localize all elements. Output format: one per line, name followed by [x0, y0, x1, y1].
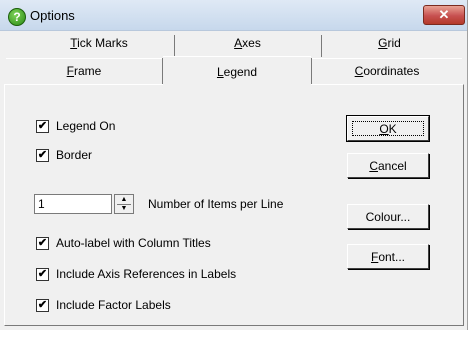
tab-tick-marks[interactable]: Tick Marks: [24, 36, 174, 56]
cancel-mnemonic: C: [369, 159, 378, 173]
cancel-button[interactable]: Cancel: [347, 153, 429, 178]
colour-label: Colour...: [365, 210, 411, 224]
window-title: Options: [30, 8, 75, 23]
tab-tick-marks-label: ick Marks: [77, 36, 128, 50]
tab-coordinates-mnemonic: C: [354, 64, 364, 78]
axis-refs-label: Include Axis References in Labels: [56, 267, 237, 281]
title-bar: ? Options ✕: [0, 0, 467, 31]
axis-refs-checkbox[interactable]: ✔: [36, 268, 49, 281]
tab-axes-label: xes: [242, 36, 261, 50]
tab-legend-mnemonic: L: [216, 65, 224, 79]
ok-button[interactable]: OK: [346, 115, 430, 142]
factor-labels-checkbox[interactable]: ✔: [36, 299, 49, 312]
focus-rect: [352, 121, 424, 136]
tab-axes-mnemonic: A: [234, 36, 243, 50]
items-per-line-input[interactable]: 1: [34, 194, 112, 214]
factor-labels-label: Include Factor Labels: [56, 298, 171, 312]
border-label: Border: [56, 148, 93, 162]
colour-button[interactable]: Colour...: [347, 204, 429, 229]
tab-legend[interactable]: Legend: [163, 56, 311, 87]
auto-label-checkbox[interactable]: ✔: [36, 237, 49, 250]
tab-grid-label: rid: [387, 36, 401, 50]
tab-coordinates[interactable]: Coordinates: [312, 58, 462, 83]
close-button[interactable]: ✕: [423, 5, 465, 25]
border-checkbox[interactable]: ✔: [36, 149, 49, 162]
tab-legend-label: egend: [223, 65, 258, 79]
tab-frame[interactable]: Frame: [6, 58, 162, 83]
legend-on-label: Legend On: [56, 119, 116, 133]
font-button[interactable]: Font...: [347, 244, 429, 269]
items-per-line-spinner[interactable]: ▲ ▼: [114, 194, 134, 214]
legend-on-checkbox[interactable]: ✔: [36, 120, 49, 133]
tab-coordinates-label: oordinates: [363, 64, 420, 78]
tab-frame-mnemonic: F: [66, 64, 74, 78]
items-per-line-label: Number of Items per Line: [148, 197, 284, 211]
font-label: ont...: [378, 250, 406, 264]
cancel-label: ancel: [377, 159, 407, 173]
tab-frame-label: rame: [74, 64, 102, 78]
help-icon: ?: [8, 8, 26, 26]
tab-axes[interactable]: Axes: [175, 36, 320, 56]
tab-grid[interactable]: Grid: [322, 36, 457, 56]
auto-label-label: Auto-label with Column Titles: [56, 236, 211, 250]
spin-down-icon[interactable]: ▼: [115, 204, 133, 213]
spin-up-icon[interactable]: ▲: [115, 195, 133, 204]
tab-grid-mnemonic: G: [378, 36, 388, 50]
options-dialog: ? Options ✕ Tick Marks Axes Grid Frame L…: [0, 0, 468, 330]
